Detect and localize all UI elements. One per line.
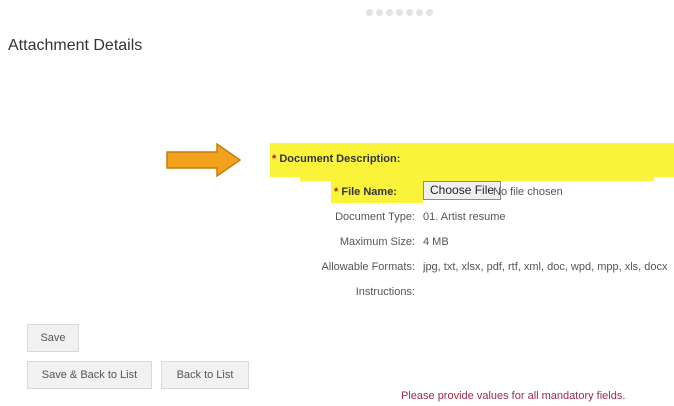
save-back-to-list-button[interactable]: Save & Back to List	[27, 361, 152, 389]
loading-dot	[416, 9, 423, 16]
loading-dot	[386, 9, 393, 16]
description-input[interactable]	[422, 146, 672, 168]
document-type-value: 01. Artist resume	[423, 211, 506, 223]
arrow-right-icon	[166, 143, 242, 177]
validation-message: Please provide values for all mandatory …	[401, 390, 626, 402]
loading-dot	[396, 9, 403, 16]
loading-dot	[406, 9, 413, 16]
maximum-size-label: Maximum Size:	[339, 236, 415, 248]
file-name-label: File Name:	[341, 186, 397, 198]
back-to-list-button[interactable]: Back to List	[161, 361, 249, 389]
description-label: Document Description:	[279, 153, 401, 165]
description-label-group: * Document Description:	[272, 153, 400, 165]
choose-file-button[interactable]: Choose File	[423, 181, 502, 200]
allowable-formats-value: jpg, txt, xlsx, pdf, rtf, xml, doc, wpd,…	[423, 261, 668, 273]
required-mark: *	[334, 186, 339, 198]
allowable-formats-label: Allowable Formats:	[321, 261, 415, 273]
loading-indicator	[366, 9, 433, 16]
page-title: Attachment Details	[8, 37, 143, 54]
document-type-label: Document Type:	[335, 211, 415, 223]
save-button[interactable]: Save	[27, 324, 79, 352]
no-file-text: No file chosen	[493, 186, 563, 198]
loading-dot	[426, 9, 433, 16]
required-mark: *	[272, 153, 277, 165]
loading-dot	[376, 9, 383, 16]
loading-dot	[366, 9, 373, 16]
instructions-label: Instructions:	[355, 286, 415, 298]
maximum-size-value: 4 MB	[423, 236, 449, 248]
file-label-group: * File Name:	[334, 186, 397, 198]
